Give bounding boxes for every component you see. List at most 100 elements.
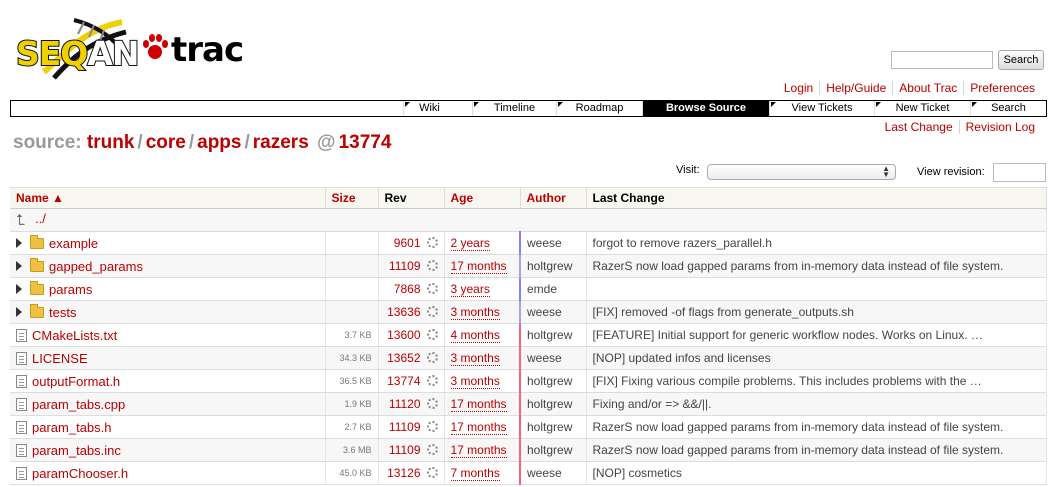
entry-link[interactable]: gapped_params bbox=[49, 259, 143, 274]
age-link[interactable]: 3 months bbox=[450, 305, 500, 320]
age-link[interactable]: 17 months bbox=[450, 420, 507, 435]
search-button[interactable]: Search bbox=[998, 50, 1044, 70]
changeset-gear-icon[interactable] bbox=[426, 398, 438, 409]
header-age[interactable]: Age bbox=[444, 187, 521, 209]
preferences-link[interactable]: Preferences bbox=[963, 81, 1041, 95]
parent-dir-cell[interactable]: ⮤ ../ bbox=[10, 208, 1047, 232]
age-link[interactable]: 17 months bbox=[450, 443, 507, 458]
view-revision-input[interactable] bbox=[993, 163, 1046, 182]
age-link[interactable]: 17 months bbox=[450, 397, 507, 412]
path-segment-core[interactable]: core bbox=[146, 132, 186, 153]
tab-browse-source[interactable]: Browse Source bbox=[642, 101, 769, 116]
rev-link[interactable]: 11120 bbox=[389, 397, 421, 411]
cell-name: param_tabs.h bbox=[10, 415, 326, 439]
tab-view-tickets[interactable]: View Tickets bbox=[769, 101, 874, 116]
entry-link[interactable]: paramChooser.h bbox=[32, 466, 128, 481]
login-link[interactable]: Login bbox=[778, 81, 819, 95]
revision-log-link[interactable]: Revision Log bbox=[958, 120, 1041, 134]
cell-author: holtgrew bbox=[520, 254, 587, 278]
path-revision[interactable]: 13774 bbox=[339, 132, 392, 153]
age-link[interactable]: 3 years bbox=[450, 282, 490, 297]
entry-link[interactable]: CMakeLists.txt bbox=[32, 328, 117, 343]
folder-icon bbox=[30, 303, 44, 318]
table-row: paramChooser.h 45.0 KB 13126 7 months weese[… bbox=[10, 461, 1047, 485]
entry-link[interactable]: params bbox=[49, 282, 92, 297]
cell-age: 4 months bbox=[444, 323, 521, 347]
path-segment-razers[interactable]: razers bbox=[253, 132, 309, 153]
changeset-gear-icon[interactable] bbox=[426, 237, 438, 248]
path-segment-trunk[interactable]: trunk bbox=[87, 132, 135, 153]
seqan-trac-logo[interactable]: SEQAN trac bbox=[14, 10, 244, 82]
changeset-gear-icon[interactable] bbox=[426, 352, 438, 363]
age-link[interactable]: 7 months bbox=[450, 466, 500, 481]
expand-triangle-icon[interactable] bbox=[16, 306, 22, 317]
about-trac-link[interactable]: About Trac bbox=[892, 81, 963, 95]
rev-link[interactable]: 7868 bbox=[394, 282, 421, 296]
cell-rev: 9601 bbox=[378, 231, 445, 255]
tab-roadmap[interactable]: Roadmap bbox=[556, 101, 642, 116]
header-last-change: Last Change bbox=[586, 187, 1047, 209]
cell-name: param_tabs.inc bbox=[10, 438, 326, 462]
entry-link[interactable]: param_tabs.cpp bbox=[32, 397, 125, 412]
expand-triangle-icon[interactable] bbox=[16, 237, 22, 248]
changeset-gear-icon[interactable] bbox=[426, 260, 438, 271]
cell-name: param_tabs.cpp bbox=[10, 392, 326, 416]
changeset-gear-icon[interactable] bbox=[426, 375, 438, 386]
rev-link[interactable]: 9601 bbox=[394, 236, 421, 250]
path-at: @ bbox=[317, 132, 336, 153]
rev-link[interactable]: 13600 bbox=[387, 328, 420, 342]
parent-dir-link[interactable]: ../ bbox=[35, 211, 46, 226]
tab-wiki[interactable]: Wiki bbox=[403, 101, 455, 116]
entry-link[interactable]: LICENSE bbox=[32, 351, 88, 366]
changeset-gear-icon[interactable] bbox=[426, 421, 438, 432]
rev-link[interactable]: 13774 bbox=[387, 374, 420, 388]
header-name[interactable]: Name ▲ bbox=[10, 187, 326, 209]
rev-link[interactable]: 13126 bbox=[387, 466, 420, 480]
changeset-gear-icon[interactable] bbox=[426, 283, 438, 294]
age-link[interactable]: 2 years bbox=[450, 236, 490, 251]
entry-link[interactable]: tests bbox=[49, 305, 76, 320]
expand-triangle-icon[interactable] bbox=[16, 260, 22, 271]
last-change-link[interactable]: Last Change bbox=[879, 120, 959, 134]
rev-link[interactable]: 11109 bbox=[389, 443, 421, 457]
changeset-gear-icon[interactable] bbox=[426, 329, 438, 340]
entry-link[interactable]: param_tabs.inc bbox=[32, 443, 121, 458]
cell-size: 1.9 KB bbox=[325, 392, 379, 416]
help-guide-link[interactable]: Help/Guide bbox=[819, 81, 892, 95]
path-segment-apps[interactable]: apps bbox=[197, 132, 241, 153]
tab-timeline[interactable]: Timeline bbox=[472, 101, 556, 116]
cell-rev: 13126 bbox=[378, 461, 445, 485]
search-input[interactable] bbox=[891, 51, 993, 69]
cell-age: 3 months bbox=[444, 369, 521, 393]
rev-link[interactable]: 11109 bbox=[389, 420, 421, 434]
age-link[interactable]: 17 months bbox=[450, 259, 507, 274]
changeset-gear-icon[interactable] bbox=[426, 444, 438, 455]
visit-select[interactable]: ▲ ▼ bbox=[707, 164, 896, 180]
rev-link[interactable]: 11109 bbox=[389, 259, 421, 273]
breadcrumb: source: trunk / core / apps / razers @13774 bbox=[13, 132, 391, 154]
expand-triangle-icon[interactable] bbox=[16, 283, 22, 294]
entry-link[interactable]: outputFormat.h bbox=[32, 374, 120, 389]
table-row: tests 13636 3 months weese [FIX] removed -of… bbox=[10, 300, 1047, 324]
tab-new-ticket[interactable]: New Ticket bbox=[874, 101, 970, 116]
cell-name: example bbox=[10, 231, 326, 255]
meta-nav: Login Help/Guide About Trac Preferences bbox=[778, 81, 1041, 95]
cell-last-change: [NOP] updated infos and licenses bbox=[586, 346, 1047, 370]
header-size[interactable]: Size bbox=[325, 187, 379, 209]
file-icon bbox=[16, 420, 27, 434]
table-row: params 7868 3 years emde bbox=[10, 277, 1047, 301]
tab-search[interactable]: Search bbox=[970, 101, 1046, 116]
entry-link[interactable]: param_tabs.h bbox=[32, 420, 112, 435]
rev-link[interactable]: 13636 bbox=[387, 305, 420, 319]
changeset-gear-icon[interactable] bbox=[426, 306, 438, 317]
changeset-gear-icon[interactable] bbox=[426, 467, 438, 478]
age-link[interactable]: 4 months bbox=[450, 328, 500, 343]
paw-icon bbox=[143, 34, 168, 59]
rev-link[interactable]: 13652 bbox=[387, 351, 420, 365]
folder-icon bbox=[30, 257, 44, 272]
age-link[interactable]: 3 months bbox=[450, 374, 500, 389]
header-author[interactable]: Author bbox=[520, 187, 587, 209]
cell-age: 3 months bbox=[444, 300, 521, 324]
entry-link[interactable]: example bbox=[49, 236, 98, 251]
age-link[interactable]: 3 months bbox=[450, 351, 500, 366]
